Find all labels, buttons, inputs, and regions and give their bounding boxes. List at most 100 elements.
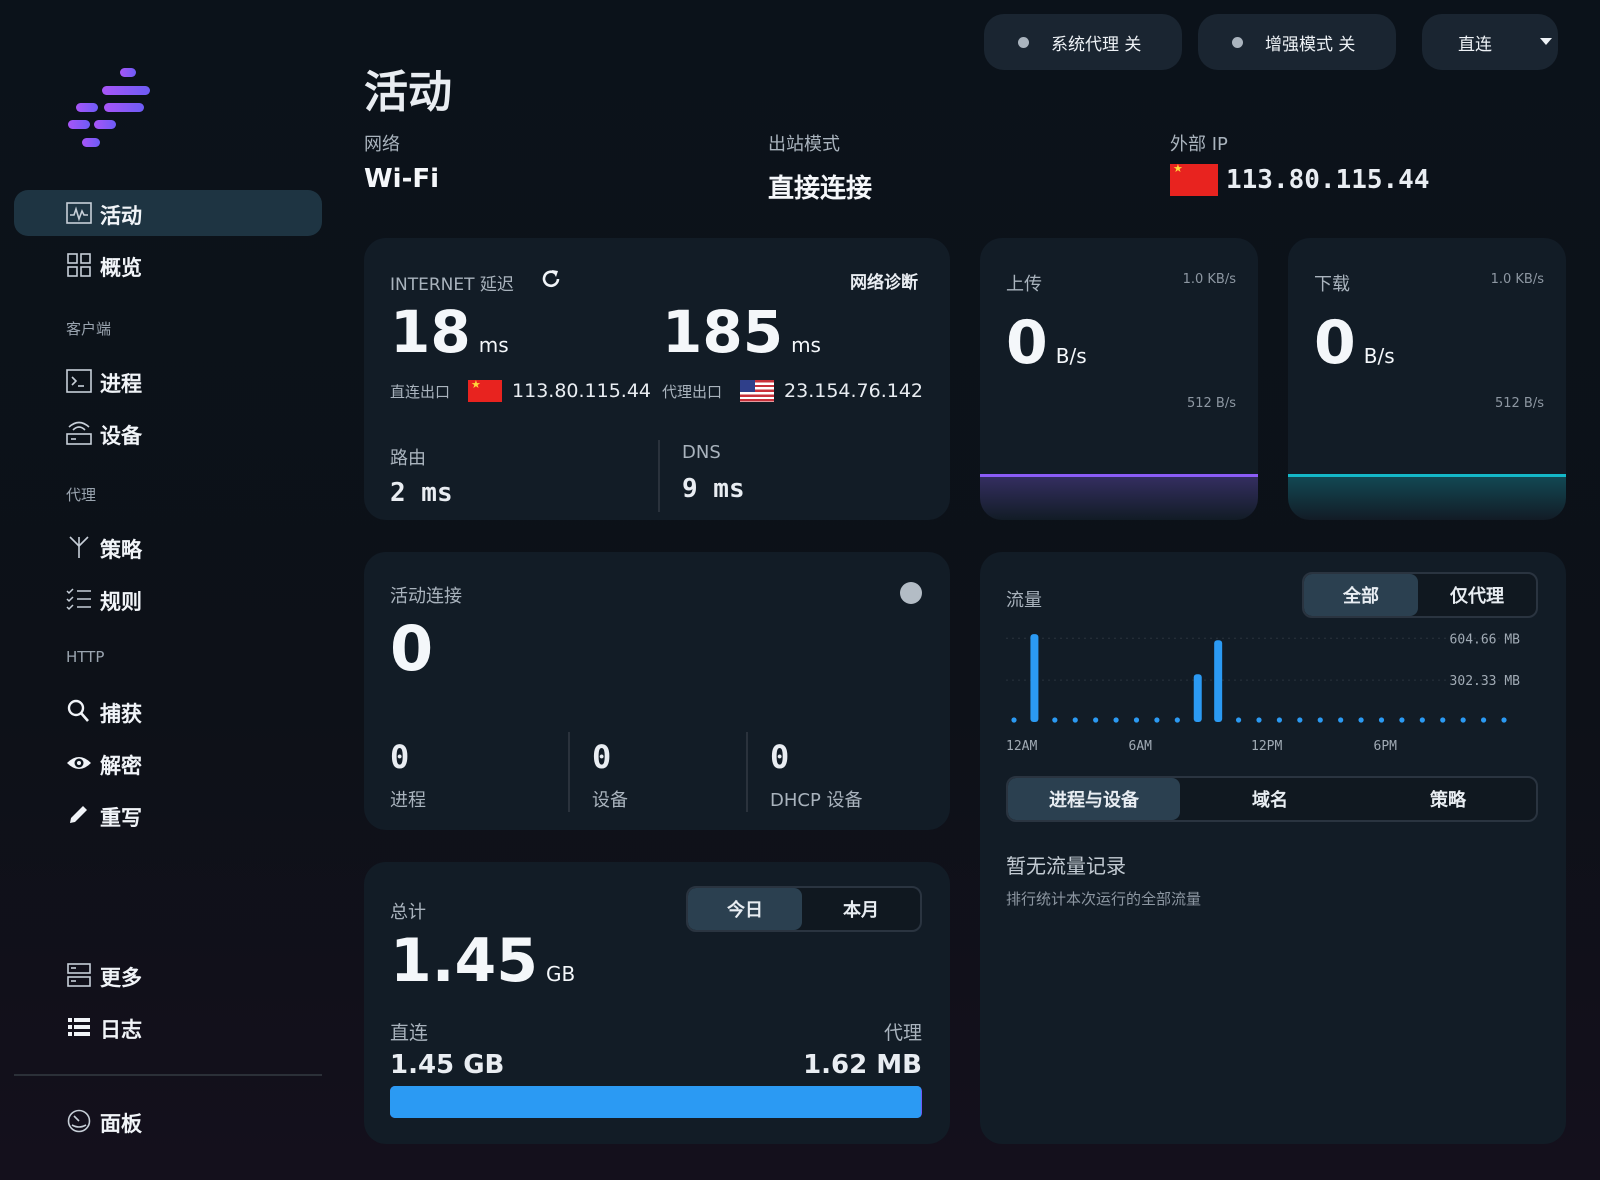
proxy-latency: 185 ms xyxy=(662,298,821,366)
traffic-bar xyxy=(1030,634,1039,722)
direct-label: 直连 xyxy=(390,1022,429,1044)
download-rate: 0 B/s xyxy=(1314,308,1395,378)
tab-month[interactable]: 本月 xyxy=(802,888,920,930)
sidebar-item-devices[interactable]: 设备 xyxy=(14,410,322,456)
proxy-exit-ip: 23.154.76.142 xyxy=(784,380,924,402)
sidebar-item-label: 捕获 xyxy=(100,702,142,726)
sidebar-item-rules[interactable]: 规则 xyxy=(14,576,322,622)
traffic-point xyxy=(1378,717,1385,723)
download-unit: B/s xyxy=(1363,344,1395,368)
sidebar: 活动 概览 客户端 进程 设备 代理 策略 规则 HTTP 捕获 解密 重写 更… xyxy=(0,0,340,1180)
traffic-filter-tabs: 全部 仅代理 xyxy=(1302,572,1538,618)
network-diagnostics-button[interactable]: 网络诊断 xyxy=(850,268,918,293)
tab-domain[interactable]: 域名 xyxy=(1180,778,1360,820)
external-ip: 113.80.115.44 xyxy=(1170,162,1430,196)
outbound-value: 直接连接 xyxy=(768,174,873,204)
network-label: 网络 xyxy=(364,134,400,155)
total-card: 总计 今日 本月 1.45 GB 直连 代理 1.45 GB 1.62 MB xyxy=(364,862,950,1144)
upload-unit: B/s xyxy=(1055,344,1087,368)
direct-exit-label: 直连出口 xyxy=(390,382,451,401)
external-ip-value: 113.80.115.44 xyxy=(1226,165,1430,195)
dns-value: 9 ms xyxy=(682,474,745,504)
direct-latency-unit: ms xyxy=(478,333,509,357)
sidebar-item-label: 重写 xyxy=(100,806,142,830)
sidebar-item-capture[interactable]: 捕获 xyxy=(14,688,322,734)
upload-rate: 0 B/s xyxy=(1006,308,1087,378)
traffic-point xyxy=(1338,717,1344,723)
external-ip-label: 外部 IP xyxy=(1170,134,1228,155)
tab-proxy-only[interactable]: 仅代理 xyxy=(1418,574,1536,616)
connections-card: 活动连接 0 0 进程 0 设备 0 DHCP 设备 xyxy=(364,552,950,830)
upload-value: 0 xyxy=(1006,308,1048,378)
empty-title: 暂无流量记录 xyxy=(1006,854,1126,878)
sidebar-divider xyxy=(14,1074,322,1076)
traffic-point xyxy=(1460,717,1466,723)
tab-all[interactable]: 全部 xyxy=(1304,574,1418,616)
divider xyxy=(746,732,748,812)
divider xyxy=(658,440,660,512)
upload-graph-fill xyxy=(980,477,1258,520)
traffic-point xyxy=(1317,717,1323,723)
tab-today[interactable]: 今日 xyxy=(688,888,802,930)
eye-icon xyxy=(67,757,91,769)
network-value: Wi-Fi xyxy=(364,164,440,194)
sidebar-item-more[interactable]: 更多 xyxy=(14,952,322,998)
sidebar-item-panel[interactable]: 面板 xyxy=(14,1098,322,1144)
traffic-point xyxy=(1358,717,1364,723)
traffic-point xyxy=(1480,717,1487,723)
traffic-rank-tabs: 进程与设备 域名 策略 xyxy=(1006,776,1538,822)
direct-ratio-fill xyxy=(390,1086,922,1118)
traffic-chart: 604.66 MB 302.33 MB 12AM 6AM 12PM 6PM xyxy=(1006,632,1520,752)
device-label: 设备 xyxy=(592,790,628,811)
server-icon xyxy=(67,963,91,987)
download-mid-tick: 512 B/s xyxy=(1494,396,1544,411)
chevron-down-icon xyxy=(1540,38,1552,45)
download-value: 0 xyxy=(1314,308,1356,378)
traffic-point xyxy=(1256,717,1262,723)
direct-total: 1.45 GB xyxy=(390,1050,505,1080)
traffic-bar xyxy=(1214,640,1223,722)
latency-label: INTERNET 延迟 xyxy=(390,275,514,295)
grid-icon xyxy=(67,253,91,277)
proxy-total: 1.62 MB xyxy=(803,1050,922,1080)
divider xyxy=(568,732,570,812)
sidebar-item-activity[interactable]: 活动 xyxy=(14,190,322,236)
sidebar-item-policy[interactable]: 策略 xyxy=(14,524,322,570)
proxy-exit-label: 代理出口 xyxy=(662,382,723,401)
enhanced-mode-toggle[interactable]: 增强模式 关 xyxy=(1198,14,1396,70)
proxy-exit: 代理出口 23.154.76.142 xyxy=(662,380,923,402)
sidebar-item-decrypt[interactable]: 解密 xyxy=(14,740,322,786)
traffic-point xyxy=(1276,717,1283,723)
tab-process-device[interactable]: 进程与设备 xyxy=(1008,778,1180,820)
traffic-label: 流量 xyxy=(1006,590,1042,611)
sidebar-item-label: 面板 xyxy=(100,1112,142,1136)
traffic-card: 流量 全部 仅代理 604.66 MB 302.33 MB 12AM 6AM 12PM 6… xyxy=(980,552,1566,1144)
traffic-point xyxy=(1174,717,1180,723)
list-icon xyxy=(68,1018,90,1036)
download-label: 下载 xyxy=(1314,274,1350,295)
system-proxy-toggle[interactable]: 系统代理 关 xyxy=(984,14,1182,70)
traffic-point xyxy=(1052,717,1058,723)
outbound-mode-select[interactable]: 直连 xyxy=(1422,14,1558,70)
refresh-icon[interactable] xyxy=(540,268,562,290)
traffic-point xyxy=(1419,717,1425,723)
sidebar-item-label: 设备 xyxy=(100,424,142,448)
x-tick-label: 12PM xyxy=(1251,739,1282,752)
enhanced-mode-label: 增强模式 关 xyxy=(1265,34,1356,55)
status-indicator xyxy=(900,582,922,604)
direct-latency-value: 18 xyxy=(390,298,471,366)
sidebar-item-processes[interactable]: 进程 xyxy=(14,358,322,404)
system-proxy-label: 系统代理 关 xyxy=(1051,34,1142,55)
sidebar-item-rewrite[interactable]: 重写 xyxy=(14,792,322,838)
download-card: 下载 1.0 KB/s 0 B/s 512 B/s xyxy=(1288,238,1566,520)
sidebar-item-overview[interactable]: 概览 xyxy=(14,242,322,288)
total-amount: 1.45 xyxy=(390,926,539,996)
tab-policy[interactable]: 策略 xyxy=(1360,778,1536,820)
download-max-tick: 1.0 KB/s xyxy=(1490,272,1544,287)
checklist-icon xyxy=(66,588,91,611)
dhcp-count: 0 xyxy=(770,738,790,776)
sidebar-item-logs[interactable]: 日志 xyxy=(14,1004,322,1050)
route-label: 路由 xyxy=(390,448,426,469)
traffic-point xyxy=(1235,717,1242,723)
route-value: 2 ms xyxy=(390,478,453,508)
